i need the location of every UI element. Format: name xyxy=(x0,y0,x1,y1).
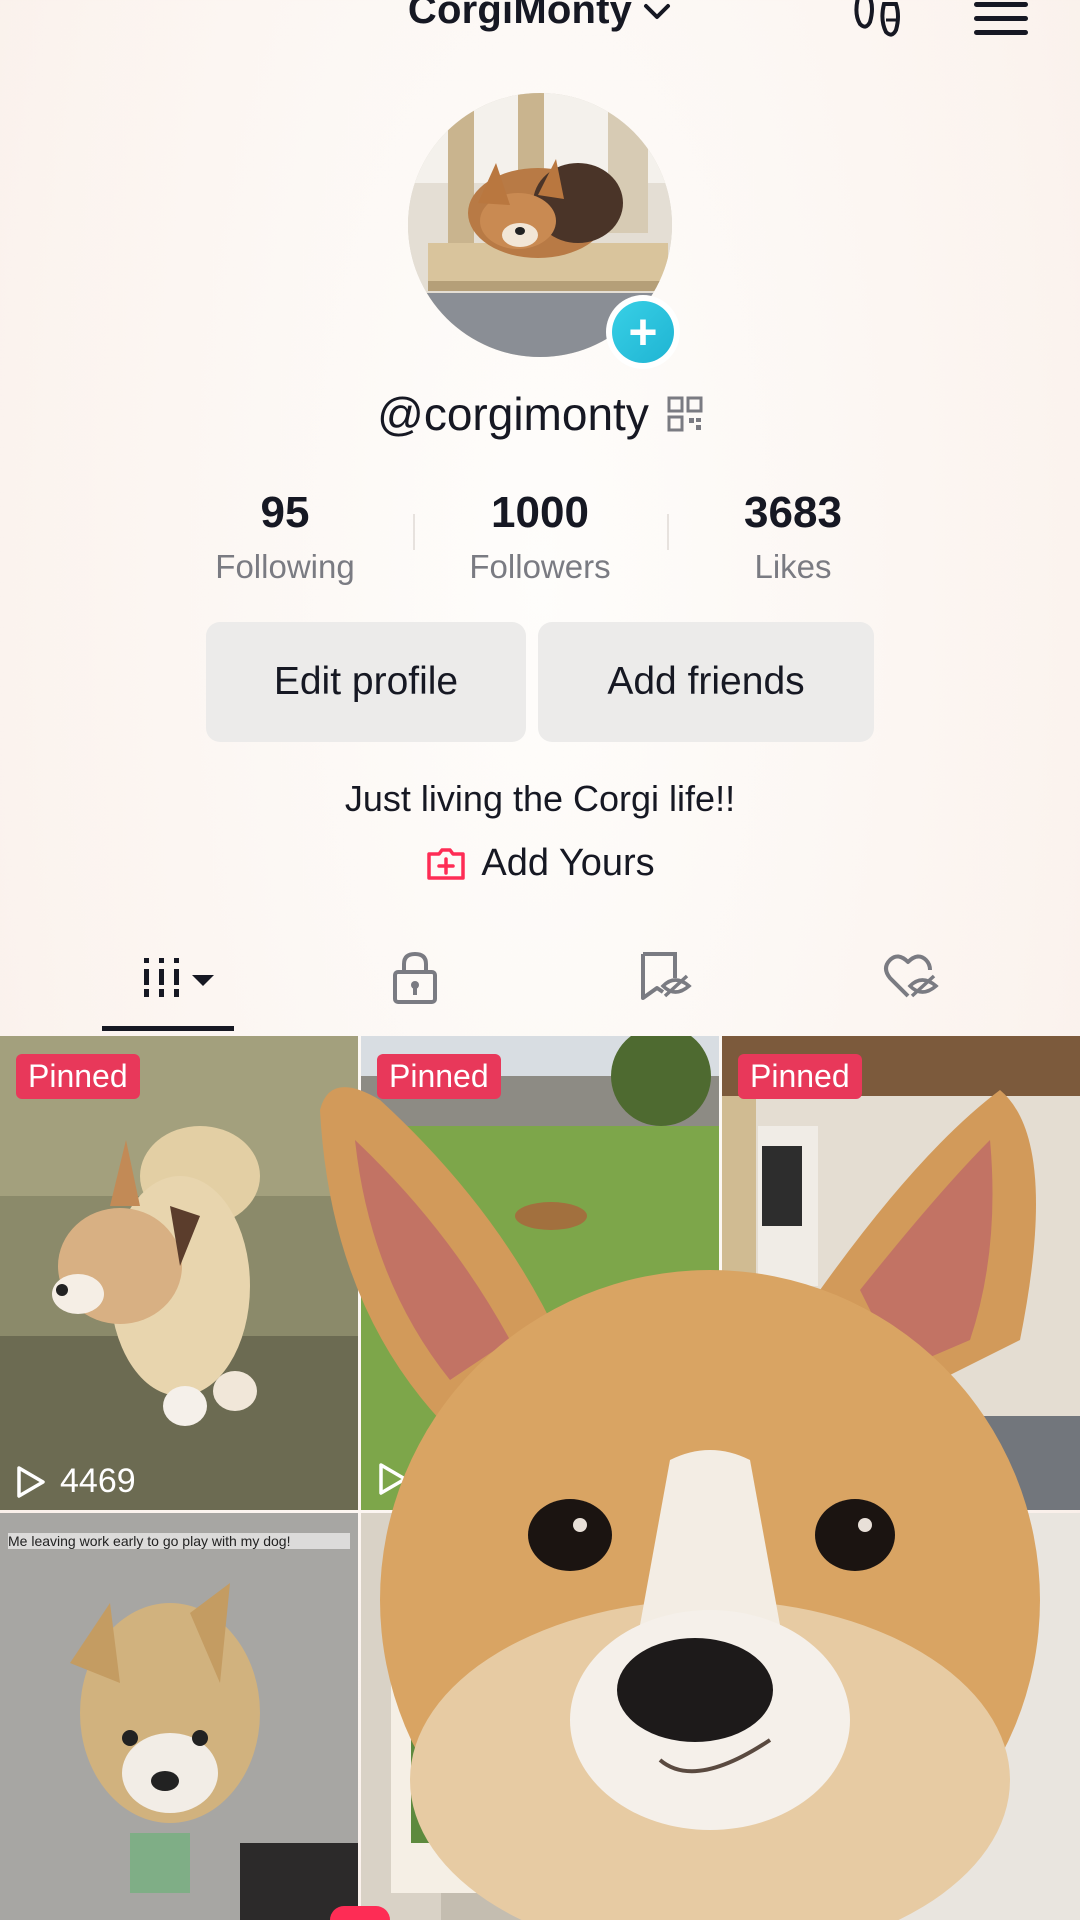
corgi-overlay-image xyxy=(300,1080,1060,1920)
view-count-value: 4469 xyxy=(60,1462,136,1500)
profile-handle: @corgimonty xyxy=(377,388,649,440)
add-yours-icon xyxy=(425,846,467,882)
menu-icon[interactable] xyxy=(974,2,1030,42)
lock-icon xyxy=(390,950,440,1011)
add-friends-button[interactable]: Add friends xyxy=(538,622,874,742)
profile-stats: 95 Following 1000 Followers 3683 Likes xyxy=(160,488,920,598)
tab-saved[interactable] xyxy=(625,940,705,1020)
followers-count: 1000 xyxy=(491,488,589,537)
stat-following[interactable]: 95 Following xyxy=(160,488,410,586)
footprint-icon[interactable] xyxy=(850,0,910,44)
add-yours-label: Add Yours xyxy=(481,842,655,884)
qr-code-icon[interactable] xyxy=(667,396,703,432)
add-avatar-button[interactable]: + xyxy=(606,295,680,369)
account-name: CorgiMonty xyxy=(407,0,633,32)
pinned-badge: Pinned xyxy=(16,1054,140,1099)
notification-dot xyxy=(330,1906,390,1920)
edit-profile-button[interactable]: Edit profile xyxy=(206,622,526,742)
video-caption: Me leaving work early to go play with my… xyxy=(8,1533,350,1549)
plus-icon: + xyxy=(612,301,674,363)
active-tab-indicator xyxy=(102,1026,234,1031)
likes-count: 3683 xyxy=(744,488,842,537)
hidden-liked-icon xyxy=(882,950,942,1011)
content-tabs xyxy=(0,940,1080,1032)
view-count: 4469 xyxy=(16,1462,136,1501)
tab-videos[interactable] xyxy=(100,940,240,1020)
following-count: 95 xyxy=(260,488,310,537)
play-icon xyxy=(16,1465,46,1499)
profile-bio: Just living the Corgi life!! xyxy=(344,778,736,819)
chevron-down-icon xyxy=(642,0,672,22)
hidden-bookmark-icon xyxy=(635,950,695,1011)
likes-label: Likes xyxy=(754,548,832,585)
add-yours-button[interactable]: Add Yours xyxy=(0,842,1080,885)
followers-label: Followers xyxy=(469,548,611,585)
stat-followers[interactable]: 1000 Followers xyxy=(415,488,665,586)
top-bar: CorgiMonty xyxy=(0,0,1080,60)
videos-grid-icon xyxy=(120,948,220,1013)
tab-liked[interactable] xyxy=(872,940,952,1020)
following-label: Following xyxy=(215,548,355,585)
account-switcher[interactable]: CorgiMonty xyxy=(0,0,1080,33)
stat-likes[interactable]: 3683 Likes xyxy=(668,488,918,586)
handle-row: @corgimonty xyxy=(0,387,1080,441)
tab-private[interactable] xyxy=(375,940,455,1020)
